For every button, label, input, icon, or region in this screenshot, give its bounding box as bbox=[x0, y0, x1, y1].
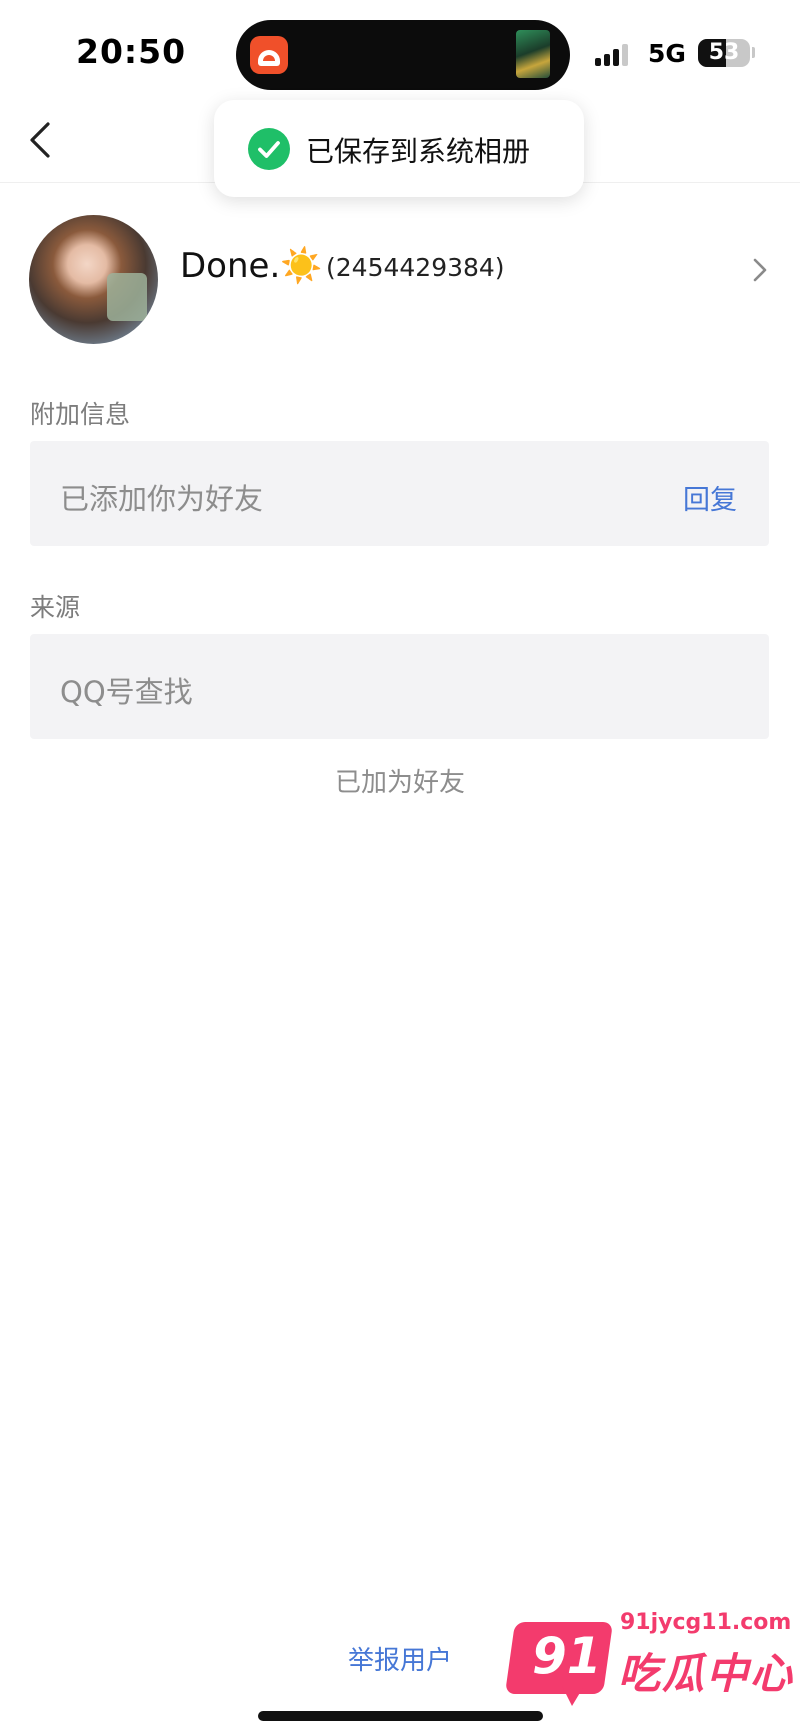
battery-cap bbox=[752, 47, 755, 58]
status-bar: 20:50 5G 53 bbox=[0, 0, 800, 100]
profile-row[interactable]: Done.☀️ (2454429384) bbox=[0, 208, 800, 348]
source-field: QQ号查找 bbox=[30, 634, 769, 739]
avatar[interactable] bbox=[29, 215, 158, 344]
now-playing-artwork[interactable] bbox=[516, 30, 550, 78]
source-value: QQ号查找 bbox=[60, 675, 193, 709]
battery-level: 53 bbox=[708, 40, 740, 65]
watermark-logo: 91 91jycg11.com 吃瓜中心 bbox=[504, 1610, 800, 1730]
dynamic-island[interactable] bbox=[236, 20, 570, 90]
battery-icon: 53 bbox=[698, 39, 750, 67]
toast-notification: 已保存到系统相册 bbox=[214, 100, 584, 197]
extra-info-message: 已添加你为好友 bbox=[60, 482, 264, 516]
toast-message: 已保存到系统相册 bbox=[306, 135, 531, 168]
home-indicator[interactable] bbox=[258, 1711, 543, 1721]
cellular-signal-icon bbox=[595, 42, 637, 66]
friend-status: 已加为好友 bbox=[334, 768, 465, 798]
chevron-right-icon bbox=[753, 258, 767, 282]
watermark-name: 吃瓜中心 bbox=[618, 1649, 795, 1698]
extra-info-label: 附加信息 bbox=[30, 400, 131, 429]
source-label: 来源 bbox=[30, 593, 81, 622]
extra-info-field: 已添加你为好友 回复 bbox=[30, 441, 769, 546]
chevron-left-icon bbox=[30, 122, 50, 158]
network-type: 5G bbox=[648, 39, 686, 68]
status-time: 20:50 bbox=[76, 32, 187, 71]
check-circle-icon bbox=[248, 128, 290, 170]
app-activity-icon[interactable] bbox=[250, 36, 288, 74]
back-button[interactable] bbox=[22, 118, 62, 162]
watermark-badge-tail bbox=[562, 1686, 584, 1706]
profile-nickname: Done.☀️ bbox=[180, 246, 323, 286]
watermark-url: 91jycg11.com bbox=[620, 1610, 792, 1635]
watermark-number: 91 bbox=[532, 1627, 602, 1685]
profile-qq-number: (2454429384) bbox=[326, 253, 505, 282]
reply-button[interactable]: 回复 bbox=[683, 478, 737, 517]
